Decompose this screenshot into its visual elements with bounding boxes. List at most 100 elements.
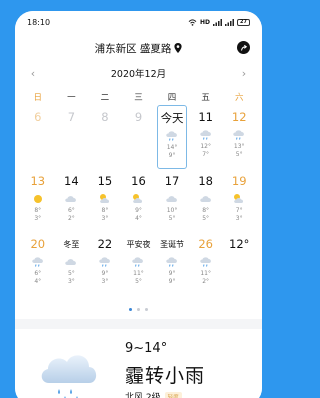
day-temps: 8° 5° (202, 207, 209, 223)
day-cell[interactable]: 13 8° 3° (21, 169, 55, 232)
day-cell[interactable]: 12° (222, 232, 256, 295)
high-temp: 12° (200, 143, 211, 150)
day-cell[interactable]: 18 8° 5° (189, 169, 223, 232)
weekday-header: 日一二三四五六 (15, 83, 262, 103)
day-number: 15 (97, 174, 113, 188)
weather-icon-wrap (31, 255, 45, 269)
weather-icon-wrap (64, 192, 78, 206)
page-indicator (15, 308, 262, 311)
low-temp: 5° (202, 215, 210, 222)
signal-bars-icon (213, 18, 222, 26)
day-temps: 13° 5° (234, 143, 245, 159)
wind-info: 北风 2级 轻度 (125, 390, 182, 398)
low-temp: 9° (168, 152, 176, 159)
weather-icon-wrap (165, 255, 179, 269)
day-cell[interactable]: 22 9° 3° (88, 232, 122, 295)
day-cell[interactable]: 7 (55, 105, 89, 168)
day-temps: 6° 2° (68, 207, 75, 223)
month-label[interactable]: 2020年12月 (111, 66, 166, 80)
day-cell[interactable]: 平安夜 11° 5° (122, 232, 156, 295)
day-number: 16 (131, 174, 146, 188)
weather-icon-wrap (232, 128, 246, 142)
location-pin-icon (174, 43, 183, 53)
day-cell[interactable]: 11 12° 7° (189, 105, 223, 168)
day-temps: 8° 3° (102, 207, 109, 223)
location-header[interactable]: 浦东新区 盛夏路 (15, 33, 262, 63)
share-icon[interactable] (237, 41, 250, 54)
day-cell[interactable]: 20 6° 4° (21, 232, 55, 295)
day-cell[interactable]: 19 7° 3° (222, 169, 256, 232)
day-cell[interactable]: 16 9° 4° (122, 169, 156, 232)
weather-condition: 霾转小雨 (125, 365, 206, 387)
high-temp: 8° (202, 207, 210, 214)
day-temps: 9° 3° (102, 270, 109, 286)
high-temp: 5° (67, 270, 75, 277)
page-dot[interactable] (129, 308, 132, 311)
calendar-grid: 6 7 8 9 今天 14° 9° 11 12° 7° 12 13° 5° 13 8° 3° 14 6° 2° 15 8… (15, 103, 262, 295)
partly-cloudy-icon (133, 194, 143, 203)
day-number: 17 (164, 174, 180, 188)
day-number: 20 (30, 237, 46, 251)
low-temp: 3° (34, 215, 42, 222)
page-dot[interactable] (145, 308, 148, 311)
day-cell-today[interactable]: 今天 14° 9° (157, 105, 187, 169)
day-cell[interactable]: 17 10° 5° (155, 169, 189, 232)
low-temp: 4° (34, 278, 42, 285)
low-temp: 3° (101, 215, 109, 222)
day-temps: 9° 4° (135, 207, 142, 223)
calendar-card: 浦东新区 盛夏路 ‹ 2020年12月 › 日一二三四五六 6 7 8 9 今天 14° 9… (15, 33, 262, 319)
sun-icon (33, 195, 42, 203)
weather-icon-wrap (199, 255, 213, 269)
day-number: 今天 (160, 111, 184, 125)
day-number: 14 (64, 174, 79, 188)
weekday-label: 一 (67, 93, 76, 103)
day-temps: 9° 9° (169, 270, 176, 286)
battery-icon: 27 (237, 18, 250, 26)
rain-icon (199, 130, 211, 140)
day-number: 8 (101, 110, 109, 124)
day-cell[interactable]: 8 (88, 105, 122, 168)
high-temp: 8° (101, 207, 109, 214)
page-dot[interactable] (137, 308, 140, 311)
low-temp: 3° (235, 215, 243, 222)
day-temps: 10° 5° (167, 207, 178, 223)
high-temp: 9° (168, 270, 176, 277)
day-number: 13 (30, 174, 46, 188)
day-number: 18 (198, 174, 213, 188)
rain-icon (233, 130, 245, 140)
month-navigation: ‹ 2020年12月 › (15, 63, 262, 83)
day-cell[interactable]: 26 11° 2° (189, 232, 223, 295)
low-temp: 3° (67, 278, 75, 285)
high-temp: 6° (67, 207, 75, 214)
temperature-range: 9~14° (125, 341, 168, 356)
partly-cloudy-icon (234, 194, 244, 203)
day-temps: 7° 3° (236, 207, 243, 223)
low-temp: 7° (202, 151, 210, 158)
weekday-label: 三 (134, 93, 143, 103)
day-cell[interactable]: 9 (122, 105, 156, 168)
chevron-left-icon[interactable]: ‹ (27, 67, 39, 80)
chevron-right-icon[interactable]: › (238, 67, 250, 80)
rain-icon (132, 257, 144, 267)
day-temps: 11° 2° (200, 270, 211, 286)
cloud-icon (65, 259, 77, 265)
day-cell[interactable]: 6 (21, 105, 55, 168)
day-cell[interactable]: 14 6° 2° (55, 169, 89, 232)
high-temp: 7° (235, 207, 243, 214)
day-cell[interactable]: 冬至 5° 3° (55, 232, 89, 295)
day-cell[interactable]: 15 8° 3° (88, 169, 122, 232)
day-cell[interactable]: 圣诞节 9° 9° (155, 232, 189, 295)
day-temps: 14° 9° (167, 144, 178, 160)
day-number: 7 (67, 110, 76, 124)
rain-icon (99, 257, 110, 267)
day-number: 11 (198, 110, 213, 124)
high-temp: 11° (133, 270, 144, 277)
day-cell[interactable]: 12 13° 5° (222, 105, 256, 168)
weather-icon-wrap (31, 192, 45, 206)
day-number: 平安夜 (126, 240, 151, 249)
high-temp: 13° (233, 143, 245, 150)
weekday-label: 二 (100, 93, 110, 103)
high-temp: 8° (34, 207, 42, 214)
day-number: 12° (229, 237, 250, 251)
weather-icon-wrap (98, 255, 112, 269)
